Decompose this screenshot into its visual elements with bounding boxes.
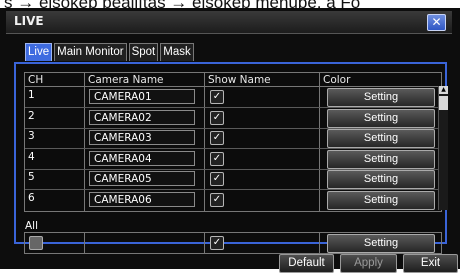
column-divider <box>204 233 205 253</box>
camera-name-input[interactable]: CAMERA05 <box>89 171 195 186</box>
camera-name-input[interactable]: CAMERA02 <box>89 109 195 125</box>
color-setting-button[interactable]: Setting <box>327 190 435 210</box>
header-show-name: Show Name <box>208 74 271 86</box>
color-setting-button[interactable]: Setting <box>327 129 435 148</box>
column-divider <box>84 233 85 253</box>
camera-name-input[interactable]: CAMERA03 <box>89 130 195 145</box>
tab-live[interactable]: Live <box>25 43 53 61</box>
live-panel: CH Camera Name Show Name Color 1 CAMERA0… <box>14 62 448 254</box>
color-setting-button[interactable]: Setting <box>327 108 435 128</box>
table-body: 1 CAMERA01 ✓ Setting 2 CAMERA02 ✓ Settin… <box>24 86 442 212</box>
all-select-checkbox[interactable] <box>29 236 43 250</box>
table-row: 4 CAMERA04 ✓ Setting <box>25 149 441 170</box>
channel-number: 3 <box>28 130 35 142</box>
show-name-checkbox[interactable]: ✓ <box>210 151 224 166</box>
table-header: CH Camera Name Show Name Color <box>24 72 442 87</box>
table-row: 2 CAMERA02 ✓ Setting <box>25 108 441 129</box>
show-name-checkbox[interactable]: ✓ <box>210 90 224 104</box>
channel-number: 1 <box>28 89 35 101</box>
all-label: All <box>25 220 39 232</box>
all-show-name-checkbox[interactable]: ✓ <box>210 236 224 250</box>
show-name-checkbox[interactable]: ✓ <box>210 192 224 207</box>
show-name-checkbox[interactable]: ✓ <box>210 110 224 125</box>
table-row: 6 CAMERA06 ✓ Setting <box>25 190 441 210</box>
live-settings-window: LIVE ✕ Live Main Monitor Spot Mask CH Ca… <box>0 8 460 273</box>
background-document-text: s → elsőkép beállítás → elsőkép menübe, … <box>0 0 460 8</box>
color-setting-button[interactable]: Setting <box>327 149 435 169</box>
color-setting-button[interactable]: Setting <box>327 88 435 107</box>
tab-spot[interactable]: Spot <box>128 43 159 61</box>
header-ch: CH <box>28 74 44 86</box>
table-row: 1 CAMERA01 ✓ Setting <box>25 87 441 108</box>
tab-mask[interactable]: Mask <box>160 43 194 61</box>
table-row: 3 CAMERA03 ✓ Setting <box>25 128 441 149</box>
table-row: 5 CAMERA05 ✓ Setting <box>25 169 441 190</box>
default-button[interactable]: Default <box>279 254 334 273</box>
camera-name-input[interactable]: CAMERA01 <box>89 89 195 104</box>
exit-button[interactable]: Exit <box>403 254 458 273</box>
header-divider <box>204 73 205 87</box>
header-divider <box>84 73 85 87</box>
color-setting-button[interactable]: Setting <box>327 170 435 189</box>
close-icon: ✕ <box>431 15 442 29</box>
close-button[interactable]: ✕ <box>427 14 446 31</box>
header-camera-name: Camera Name <box>88 74 164 86</box>
camera-name-input[interactable]: CAMERA04 <box>89 150 195 166</box>
window-title: LIVE <box>14 14 44 28</box>
channel-number: 6 <box>28 191 35 204</box>
title-bar: LIVE ✕ <box>6 11 452 34</box>
header-color: Color <box>323 74 351 86</box>
channel-number: 5 <box>28 171 35 183</box>
tab-bar: Live Main Monitor Spot Mask <box>25 43 196 62</box>
header-divider <box>319 73 320 87</box>
show-name-checkbox[interactable]: ✓ <box>210 172 224 186</box>
show-name-checkbox[interactable]: ✓ <box>210 131 224 145</box>
camera-name-input[interactable]: CAMERA06 <box>89 191 195 207</box>
table-scrollbar[interactable]: ▲ <box>438 86 448 210</box>
all-color-setting-button[interactable]: Setting <box>327 234 435 253</box>
tab-main-monitor[interactable]: Main Monitor <box>54 43 127 61</box>
scroll-up-icon[interactable]: ▲ <box>439 86 448 94</box>
column-divider <box>319 233 320 253</box>
apply-button[interactable]: Apply <box>340 254 397 273</box>
all-row: ✓ Setting <box>24 232 442 254</box>
channel-number: 2 <box>28 109 35 122</box>
scroll-thumb[interactable] <box>439 96 448 110</box>
channel-number: 4 <box>28 150 35 163</box>
